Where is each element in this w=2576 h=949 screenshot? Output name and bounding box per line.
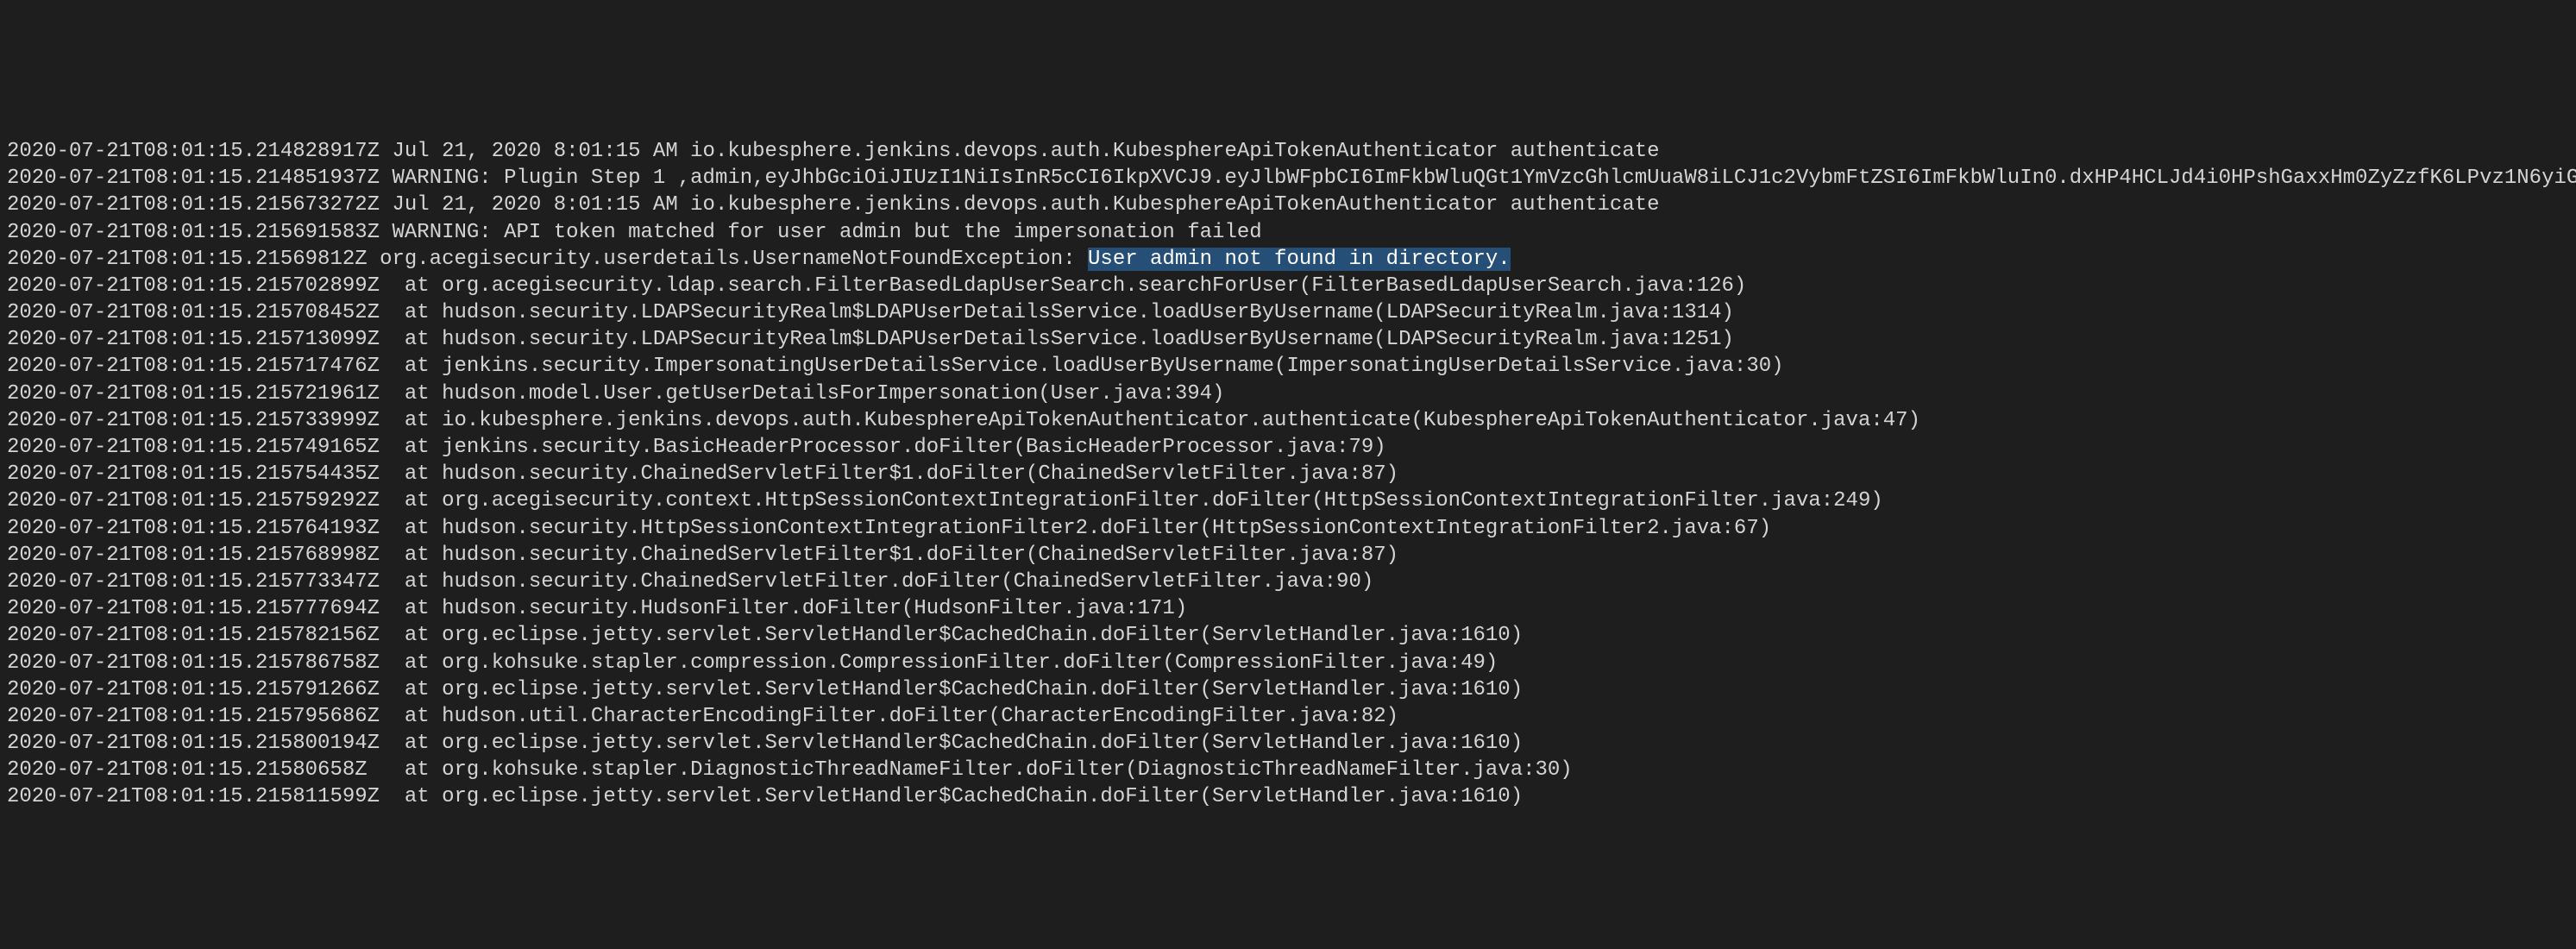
log-line: 2020-07-21T08:01:15.215702899Z at org.ac… [7,273,2569,299]
log-timestamp: 2020-07-21T08:01:15.215764193Z [7,517,380,540]
log-timestamp: 2020-07-21T08:01:15.215721961Z [7,382,380,405]
log-line: 2020-07-21T08:01:15.215773347Z at hudson… [7,569,2569,595]
log-line: 2020-07-21T08:01:15.215768998Z at hudson… [7,542,2569,569]
log-message: at hudson.security.ChainedServletFilter$… [380,462,1398,486]
log-line: 2020-07-21T08:01:15.215721961Z at hudson… [7,380,2569,407]
log-timestamp: 2020-07-21T08:01:15.214828917Z [7,140,380,163]
log-timestamp: 2020-07-21T08:01:15.215777694Z [7,597,380,620]
log-line: 2020-07-21T08:01:15.214851937Z WARNING: … [7,165,2569,192]
log-viewer: 2020-07-21T08:01:15.214828917Z Jul 21, 2… [0,135,2576,814]
log-timestamp: 2020-07-21T08:01:15.215749165Z [7,436,380,459]
log-timestamp: 2020-07-21T08:01:15.215782156Z [7,624,380,647]
log-timestamp: 2020-07-21T08:01:15.215795686Z [7,705,380,728]
log-message: at hudson.security.ChainedServletFilter.… [380,570,1373,594]
log-line: 2020-07-21T08:01:15.215754435Z at hudson… [7,461,2569,487]
log-highlight[interactable]: User admin not found in directory. [1088,248,1511,271]
log-line: 2020-07-21T08:01:15.215713099Z at hudson… [7,326,2569,353]
log-timestamp: 2020-07-21T08:01:15.215811599Z [7,785,380,808]
log-line: 2020-07-21T08:01:15.215759292Z at org.ac… [7,487,2569,514]
log-message: Jul 21, 2020 8:01:15 AM io.kubesphere.je… [380,140,1659,163]
log-line: 2020-07-21T08:01:15.215795686Z at hudson… [7,703,2569,730]
log-timestamp: 2020-07-21T08:01:15.215759292Z [7,489,380,512]
log-timestamp: 2020-07-21T08:01:15.215708452Z [7,301,380,324]
log-timestamp: 2020-07-21T08:01:15.215691583Z [7,221,380,244]
log-timestamp: 2020-07-21T08:01:15.215786758Z [7,651,380,675]
log-timestamp: 2020-07-21T08:01:15.215713099Z [7,328,380,351]
log-line: 2020-07-21T08:01:15.21580658Z at org.koh… [7,757,2569,783]
log-line: 2020-07-21T08:01:15.215782156Z at org.ec… [7,622,2569,649]
log-timestamp: 2020-07-21T08:01:15.21569812Z [7,248,368,271]
log-line: 2020-07-21T08:01:15.215708452Z at hudson… [7,299,2569,326]
log-message: org.acegisecurity.userdetails.UsernameNo… [368,248,1088,271]
log-line: 2020-07-21T08:01:15.21569812Z org.acegis… [7,246,2569,273]
log-message: at org.kohsuke.stapler.compression.Compr… [380,651,1498,675]
log-timestamp: 2020-07-21T08:01:15.215673272Z [7,193,380,217]
log-message: at org.acegisecurity.ldap.search.FilterB… [380,274,1746,298]
log-message: at hudson.util.CharacterEncodingFilter.d… [380,705,1398,728]
log-line: 2020-07-21T08:01:15.215717476Z at jenkin… [7,353,2569,380]
log-message: Jul 21, 2020 8:01:15 AM io.kubesphere.je… [380,193,1659,217]
log-line: 2020-07-21T08:01:15.215800194Z at org.ec… [7,730,2569,757]
log-line: 2020-07-21T08:01:15.215791266Z at org.ec… [7,676,2569,703]
log-message: at hudson.security.HttpSessionContextInt… [380,517,1771,540]
log-message: at org.kohsuke.stapler.DiagnosticThreadN… [368,758,1573,782]
log-line: 2020-07-21T08:01:15.215673272Z Jul 21, 2… [7,192,2569,218]
log-message: at hudson.security.LDAPSecurityRealm$LDA… [380,301,1734,324]
log-message: WARNING: API token matched for user admi… [380,221,1262,244]
log-timestamp: 2020-07-21T08:01:15.215773347Z [7,570,380,594]
log-line: 2020-07-21T08:01:15.215777694Z at hudson… [7,595,2569,622]
log-timestamp: 2020-07-21T08:01:15.215791266Z [7,678,380,701]
log-message: at hudson.security.LDAPSecurityRealm$LDA… [380,328,1734,351]
log-line: 2020-07-21T08:01:15.215764193Z at hudson… [7,515,2569,542]
log-line: 2020-07-21T08:01:15.215786758Z at org.ko… [7,650,2569,676]
log-timestamp: 2020-07-21T08:01:15.215702899Z [7,274,380,298]
log-message: at hudson.model.User.getUserDetailsForIm… [380,382,1224,405]
log-line: 2020-07-21T08:01:15.215811599Z at org.ec… [7,783,2569,810]
log-message: at jenkins.security.ImpersonatingUserDet… [380,355,1783,378]
log-message: at hudson.security.HudsonFilter.doFilter… [380,597,1187,620]
log-line: 2020-07-21T08:01:15.215733999Z at io.kub… [7,407,2569,434]
log-message: WARNING: Plugin Step 1 ,admin,eyJhbGciOi… [380,167,2576,190]
log-timestamp: 2020-07-21T08:01:15.215754435Z [7,462,380,486]
log-line: 2020-07-21T08:01:15.214828917Z Jul 21, 2… [7,138,2569,165]
log-timestamp: 2020-07-21T08:01:15.21580658Z [7,758,368,782]
log-line: 2020-07-21T08:01:15.215749165Z at jenkin… [7,434,2569,461]
log-message: at org.eclipse.jetty.servlet.ServletHand… [380,624,1523,647]
log-timestamp: 2020-07-21T08:01:15.214851937Z [7,167,380,190]
log-message: at hudson.security.ChainedServletFilter$… [380,544,1398,567]
log-message: at org.eclipse.jetty.servlet.ServletHand… [380,785,1523,808]
log-timestamp: 2020-07-21T08:01:15.215733999Z [7,409,380,432]
log-timestamp: 2020-07-21T08:01:15.215768998Z [7,544,380,567]
log-timestamp: 2020-07-21T08:01:15.215800194Z [7,732,380,755]
log-line: 2020-07-21T08:01:15.215691583Z WARNING: … [7,219,2569,246]
log-timestamp: 2020-07-21T08:01:15.215717476Z [7,355,380,378]
log-message: at org.eclipse.jetty.servlet.ServletHand… [380,732,1523,755]
log-message: at io.kubesphere.jenkins.devops.auth.Kub… [380,409,1920,432]
log-message: at jenkins.security.BasicHeaderProcessor… [380,436,1386,459]
log-message: at org.acegisecurity.context.HttpSession… [380,489,1883,512]
log-message: at org.eclipse.jetty.servlet.ServletHand… [380,678,1523,701]
